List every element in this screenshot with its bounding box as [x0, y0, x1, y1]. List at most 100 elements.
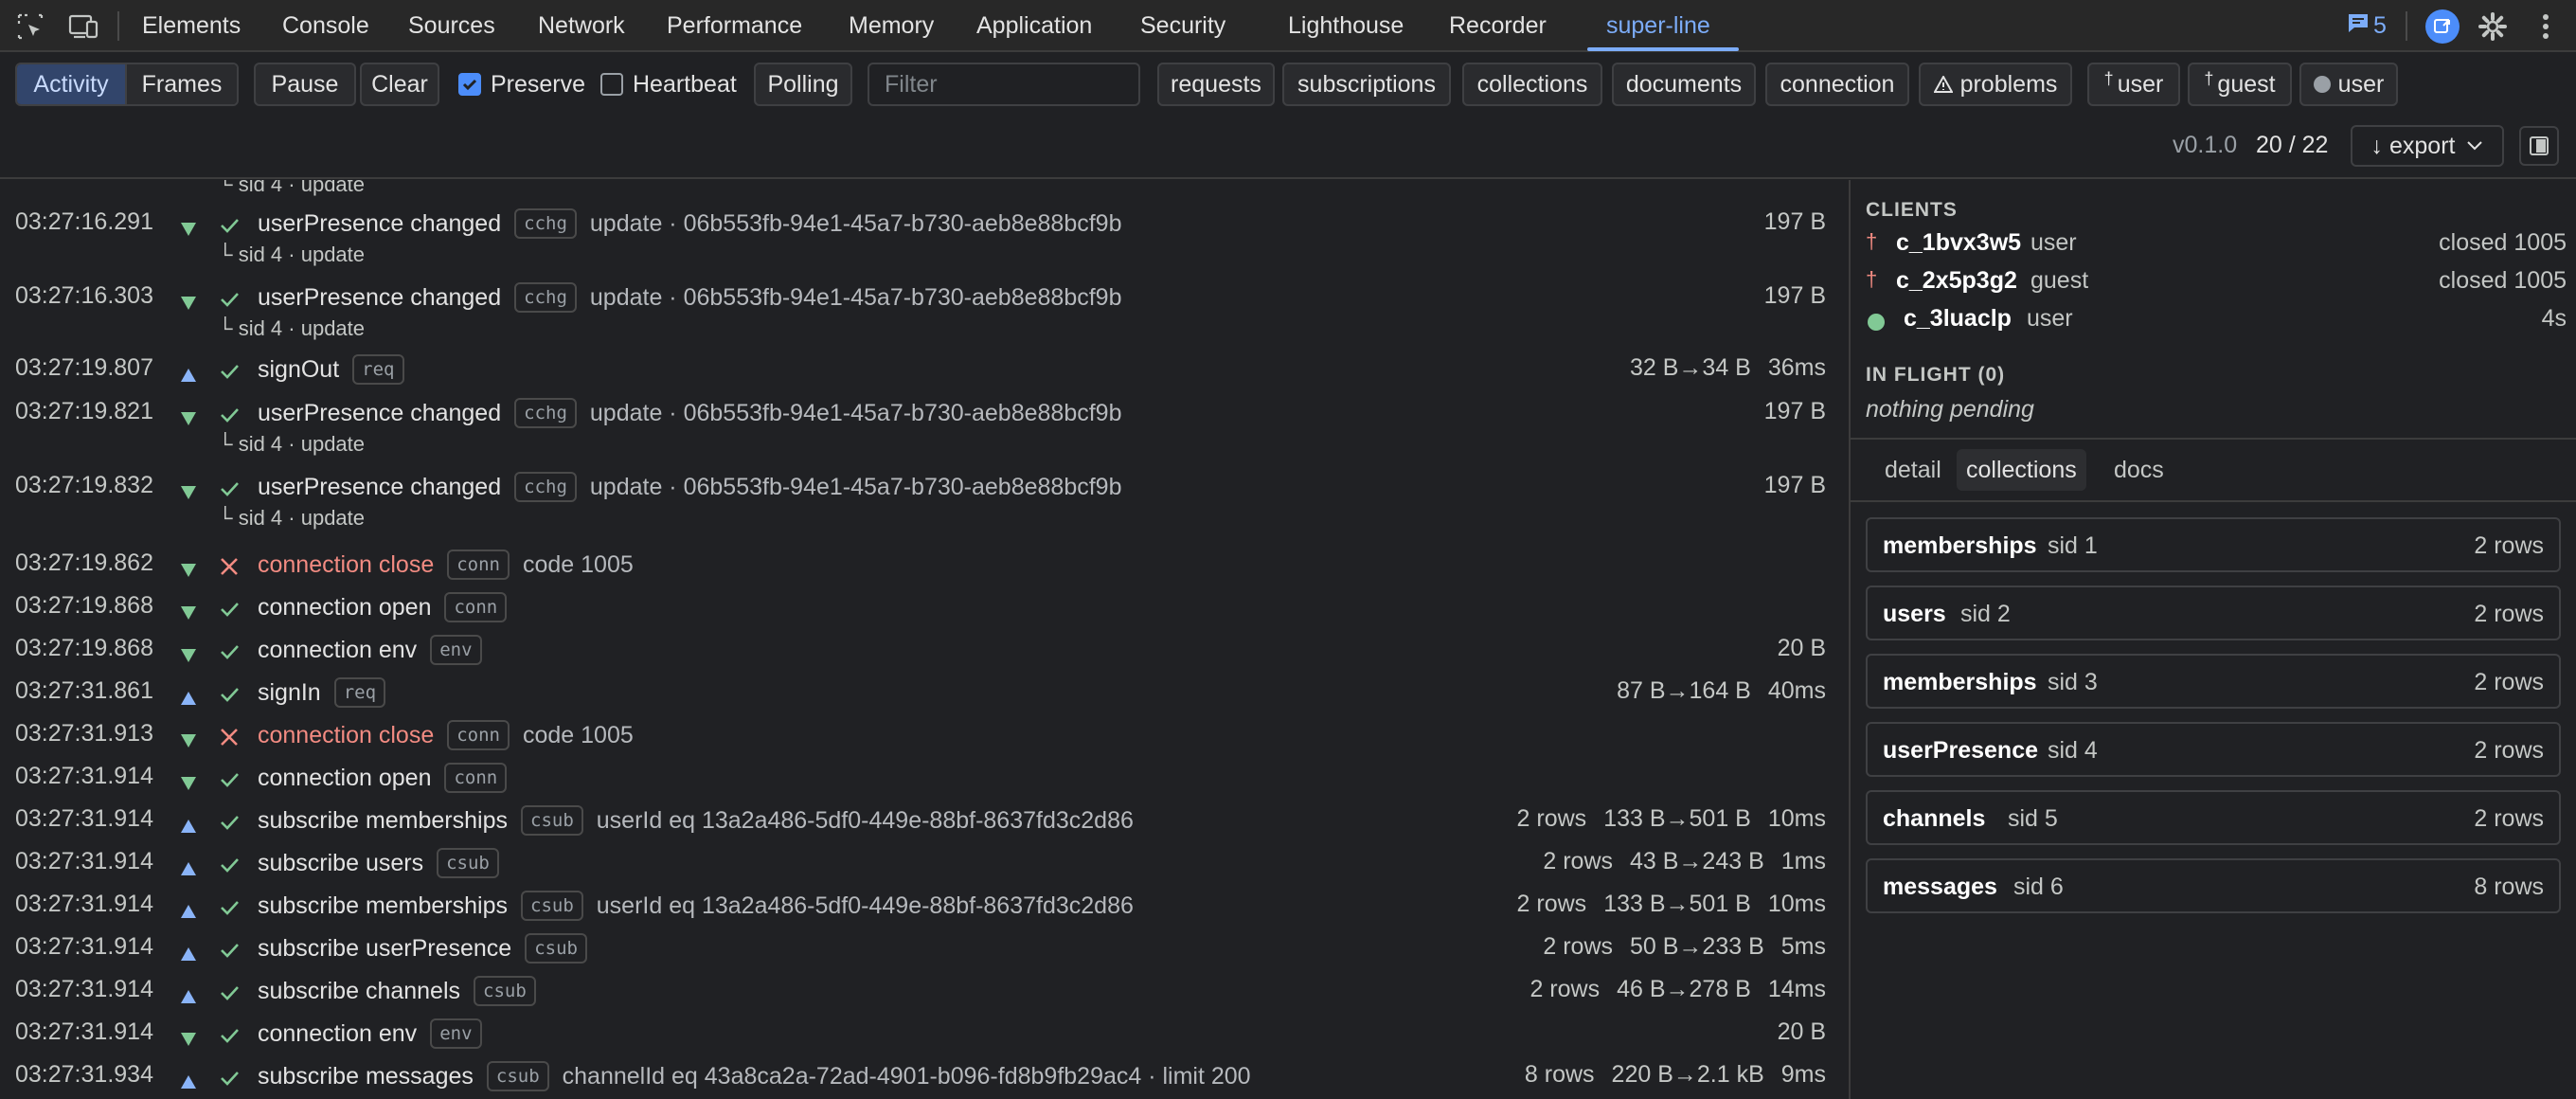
closed-mark-icon: † [1866, 267, 1878, 291]
user-status-button[interactable]: user [2299, 63, 2398, 106]
frames-tab-button[interactable]: Frames [127, 64, 237, 104]
clear-button[interactable]: Clear [360, 63, 439, 106]
dagger-icon: † [2204, 68, 2214, 88]
tab-sources[interactable]: Sources [408, 0, 495, 52]
collection-row[interactable]: users sid 2 2 rows [1866, 586, 2561, 640]
event-row[interactable]: 03:27:31.934 subscribe messages csub channe… [0, 1061, 1849, 1095]
error-x-icon [218, 720, 241, 761]
gear-icon[interactable] [2476, 0, 2510, 52]
add-user-button[interactable]: † user [2087, 63, 2180, 106]
tab-performance[interactable]: Performance [667, 0, 802, 52]
outgoing-arrow-icon [180, 941, 197, 968]
event-kind-tag: req [333, 677, 386, 708]
collection-row[interactable]: channels sid 5 2 rows [1866, 790, 2561, 845]
event-time: 03:27:31.914 [15, 763, 153, 789]
event-time: 03:27:19.832 [15, 472, 153, 498]
filter-input[interactable] [868, 63, 1140, 106]
event-row[interactable]: 03:27:19.807 signOut req 32 B→34 B 36ms [0, 354, 1849, 388]
incoming-arrow-icon [180, 728, 197, 755]
check-icon [218, 1018, 241, 1059]
event-row[interactable]: 03:27:19.868 connection env env 20 B [0, 635, 1849, 669]
tab-docs[interactable]: docs [2104, 449, 2174, 491]
tab-memory[interactable]: Memory [849, 0, 934, 52]
event-row[interactable]: 03:27:19.862 connection close conn code 100… [0, 550, 1849, 584]
event-row[interactable]: 03:27:16.291 userPresence changed cchg upda… [0, 208, 1849, 243]
tab-security[interactable]: Security [1140, 0, 1225, 52]
device-toolbar-icon[interactable] [66, 0, 100, 52]
tab-network[interactable]: Network [538, 0, 625, 52]
event-info: userId eq 13a2a486-5df0-449e-88bf-8637fd… [596, 892, 1134, 919]
event-row[interactable]: 03:27:31.913 connection close conn code 100… [0, 720, 1849, 754]
event-detail: └ sid 4 · update [218, 316, 366, 340]
event-name: userPresence changed [258, 399, 502, 426]
event-row[interactable]: 03:27:31.914 connection open conn [0, 763, 1849, 797]
event-time: 03:27:31.913 [15, 720, 153, 747]
tab-super-line[interactable]: super-line [1606, 0, 1710, 52]
version-label: v0.1.0 [2173, 132, 2238, 158]
event-metrics: 2 rows 46 B→278 B 14ms [1530, 976, 1826, 1003]
client-row[interactable]: † c_1bvx3w5 user closed 1005 [1866, 229, 2567, 263]
event-row[interactable]: 03:27:31.914 subscribe userPresence csub 2 … [0, 933, 1849, 967]
heartbeat-checkbox[interactable]: Heartbeat [600, 63, 737, 106]
tab-lighthouse[interactable]: Lighthouse [1288, 0, 1404, 52]
event-kind-tag: csub [521, 891, 583, 921]
sidebar-toggle-icon[interactable] [2519, 126, 2559, 166]
collection-sid: sid 2 [1960, 601, 2011, 627]
kebab-menu-icon[interactable] [2529, 0, 2563, 52]
filter-problems-button[interactable]: problems [1919, 63, 2072, 106]
event-row[interactable]: 03:27:19.832 userPresence changed cchg upda… [0, 472, 1849, 506]
event-time: 03:27:19.868 [15, 635, 153, 661]
event-row[interactable]: 03:27:31.914 subscribe memberships csub use… [0, 891, 1849, 925]
filter-subscriptions-button[interactable]: subscriptions [1282, 63, 1451, 106]
client-row[interactable]: † c_2x5p3g2 guest closed 1005 [1866, 267, 2567, 301]
collection-row[interactable]: memberships sid 3 2 rows [1866, 654, 2561, 709]
filter-requests-button[interactable]: requests [1157, 63, 1275, 106]
activity-tab-button[interactable]: Activity [17, 64, 127, 104]
event-row[interactable]: 03:27:31.914 connection env env 20 B [0, 1018, 1849, 1053]
outgoing-arrow-icon [180, 813, 197, 840]
event-name: signIn [258, 678, 321, 706]
export-dropdown[interactable]: ↓ export [2351, 125, 2504, 167]
add-guest-button[interactable]: † guest [2188, 63, 2292, 106]
tab-elements[interactable]: Elements [142, 0, 241, 52]
polling-button[interactable]: Polling [754, 63, 852, 106]
event-metric: 2 rows [1543, 933, 1613, 960]
event-row[interactable]: 03:27:31.914 subscribe users csub 2 rows 43 … [0, 848, 1849, 882]
checkbox-checked-icon [458, 73, 481, 96]
tab-application[interactable]: Application [976, 0, 1092, 52]
client-row[interactable]: c_3luaclp user 4s [1866, 305, 2567, 339]
event-row[interactable]: 03:27:16.303 userPresence changed cchg upda… [0, 282, 1849, 316]
event-name: connection open [258, 593, 432, 621]
event-main: userPresence changed cchg update · 06b553f… [258, 398, 1121, 428]
filter-connection-button[interactable]: connection [1765, 63, 1909, 106]
event-metric: 9ms [1780, 1061, 1826, 1088]
event-row[interactable]: 03:27:19.868 connection open conn [0, 592, 1849, 626]
event-row[interactable]: 03:27:31.861 signIn req 87 B→164 B 40ms [0, 677, 1849, 712]
tab-collections[interactable]: collections [1957, 449, 2086, 491]
event-metrics: 2 rows 133 B→501 B 10ms [1517, 805, 1826, 833]
event-name: subscribe userPresence [258, 934, 512, 962]
tab-recorder[interactable]: Recorder [1449, 0, 1547, 52]
sync-icon[interactable] [2425, 9, 2460, 44]
tab-detail[interactable]: detail [1875, 449, 1951, 491]
event-row[interactable]: 03:27:31.914 subscribe channels csub 2 rows… [0, 976, 1849, 1010]
event-main: subscribe memberships csub userId eq 13a2a… [258, 805, 1134, 836]
event-kind-tag: cchg [514, 208, 577, 239]
collection-row[interactable]: userPresence sid 4 2 rows [1866, 722, 2561, 777]
event-metric: 40ms [1767, 677, 1826, 704]
inspect-icon[interactable] [13, 0, 47, 52]
filter-documents-button[interactable]: documents [1612, 63, 1756, 106]
event-row[interactable]: 03:27:19.821 userPresence changed cchg upda… [0, 398, 1849, 432]
issues-counter[interactable]: 5 [2347, 0, 2387, 52]
collection-row[interactable]: memberships sid 1 2 rows [1866, 517, 2561, 572]
event-time: 03:27:31.914 [15, 1018, 153, 1045]
pause-button[interactable]: Pause [254, 63, 356, 106]
tab-console[interactable]: Console [282, 0, 369, 52]
preserve-checkbox[interactable]: Preserve [458, 63, 585, 106]
event-row[interactable]: 03:27:31.914 subscribe memberships csub use… [0, 805, 1849, 839]
chevron-down-icon [2466, 140, 2483, 152]
preserve-label: Preserve [491, 70, 586, 98]
collection-row[interactable]: messages sid 6 8 rows [1866, 858, 2561, 913]
filter-collections-button[interactable]: collections [1462, 63, 1602, 106]
checkbox-unchecked-icon [600, 73, 623, 96]
